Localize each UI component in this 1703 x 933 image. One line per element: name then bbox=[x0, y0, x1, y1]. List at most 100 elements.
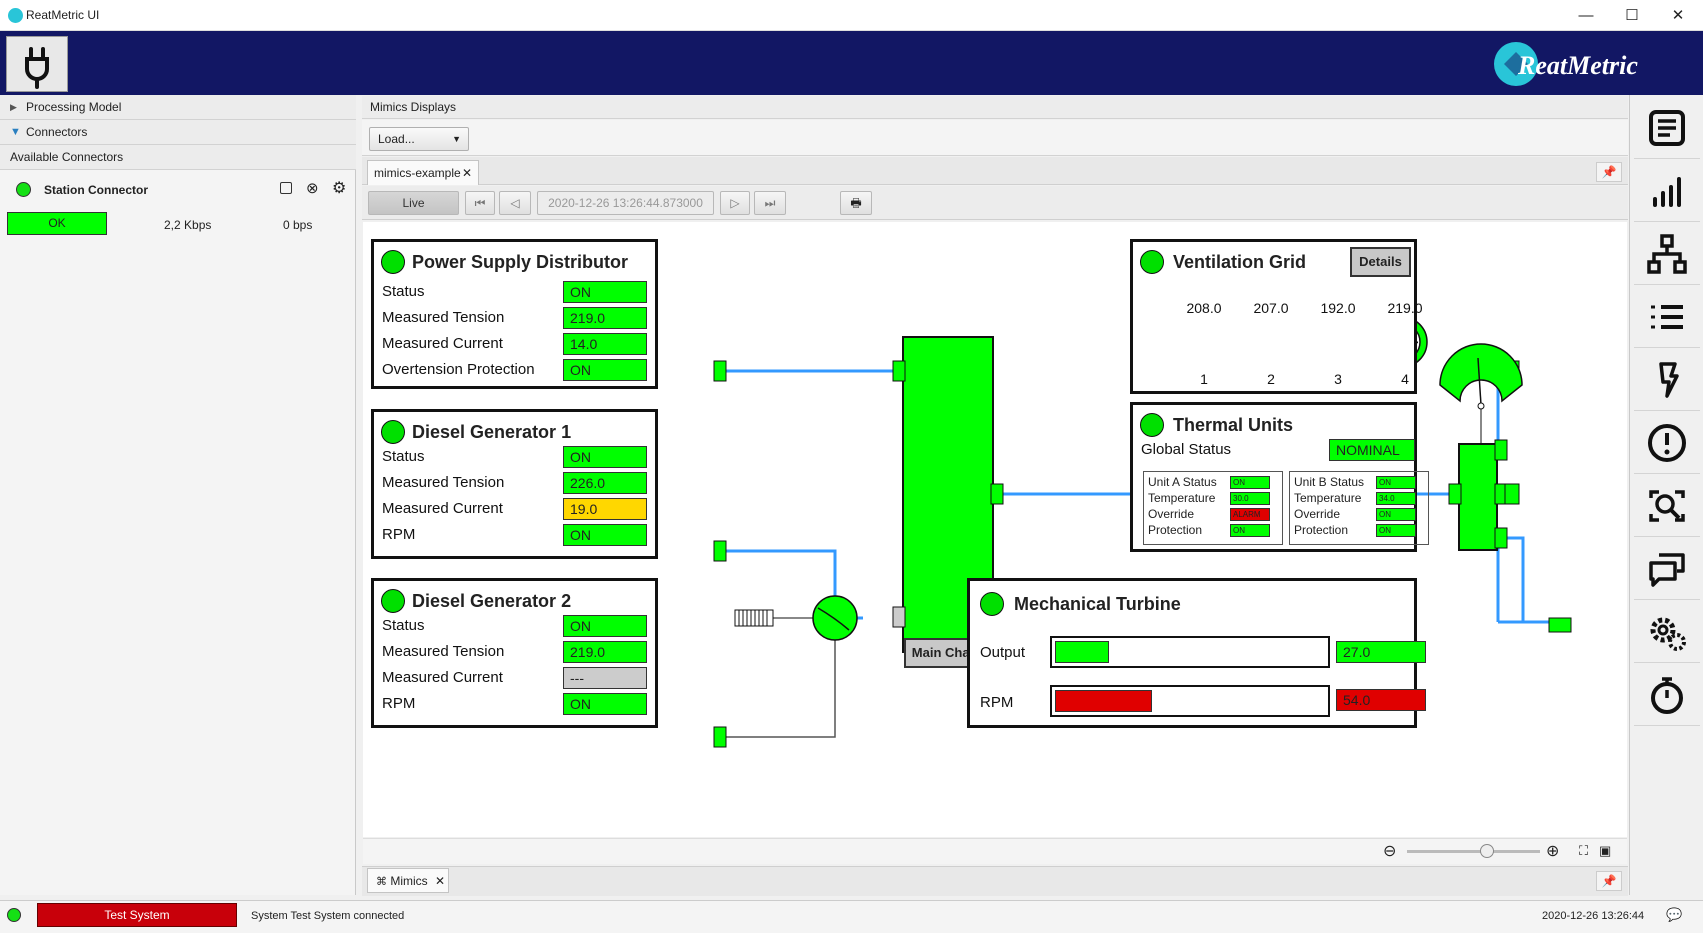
output-value: 27.0 bbox=[1336, 641, 1426, 663]
close-tab-icon[interactable]: ✕ bbox=[462, 161, 472, 185]
alarms-button[interactable] bbox=[1634, 412, 1700, 474]
unit-row-value: ALARM bbox=[1230, 508, 1270, 521]
fan-number: 4 bbox=[1401, 371, 1409, 387]
row-label: Measured Current bbox=[382, 669, 503, 686]
available-connectors-header: Available Connectors bbox=[0, 145, 356, 170]
unit-b-box: Unit B Status ON Temperature 34.0 Override ON… bbox=[1289, 471, 1429, 545]
row-value: 19.0 bbox=[563, 498, 647, 520]
fan-value: 208.0 bbox=[1186, 300, 1222, 316]
reatmetric-logo: ReatMetric bbox=[1490, 38, 1690, 90]
unit-row-value: ON bbox=[1230, 476, 1270, 489]
close-button[interactable]: ✕ bbox=[1655, 0, 1701, 31]
details-button[interactable]: Details bbox=[1350, 247, 1411, 277]
event-list-button[interactable] bbox=[1634, 286, 1700, 348]
row-label: Measured Tension bbox=[382, 474, 505, 491]
connector-status-badge: OK bbox=[7, 212, 107, 235]
turbine-status-led bbox=[980, 592, 1004, 616]
status-time: 2020-12-26 13:26:44 bbox=[1542, 910, 1645, 922]
zoom-out-icon[interactable]: ⊖ bbox=[1383, 841, 1396, 861]
pin-icon[interactable]: 📌 bbox=[1596, 871, 1622, 891]
activities-button[interactable] bbox=[1634, 349, 1700, 411]
unit-row-label: Unit A Status bbox=[1148, 475, 1217, 489]
row-value: 219.0 bbox=[563, 307, 647, 329]
row-value: ON bbox=[563, 693, 647, 715]
turbine-title: Mechanical Turbine bbox=[1014, 594, 1181, 614]
chat-button[interactable] bbox=[1634, 538, 1700, 600]
psd-panel: Power Supply Distributor Status ON Measure… bbox=[371, 239, 658, 389]
step-back-icon[interactable]: ◁ bbox=[499, 191, 531, 215]
unit-row-value: ON bbox=[1230, 524, 1270, 537]
dg1-panel: Diesel Generator 1 Status ON Measured Tens… bbox=[371, 409, 658, 559]
dg1-status-led bbox=[381, 420, 405, 444]
forward-fast-icon[interactable]: ⏭ bbox=[754, 191, 786, 215]
settings-icon[interactable]: ⚙ bbox=[332, 178, 346, 198]
minimize-button[interactable]: — bbox=[1563, 0, 1609, 31]
rpm-bar-fill bbox=[1055, 690, 1153, 712]
row-label: Measured Tension bbox=[382, 309, 505, 326]
tab-mimics[interactable]: ⌘ Mimics ✕ bbox=[367, 868, 449, 893]
accordion-label: Processing Model bbox=[26, 100, 122, 114]
unit-row-label: Unit B Status bbox=[1294, 475, 1365, 489]
zoom-in-icon[interactable]: ⊕ bbox=[1546, 841, 1559, 861]
row-value: ON bbox=[563, 446, 647, 468]
print-icon[interactable]: 🖶 bbox=[840, 191, 872, 215]
raw-data-button[interactable] bbox=[1634, 475, 1700, 537]
settings-button[interactable] bbox=[1634, 601, 1700, 663]
fan-number: 3 bbox=[1334, 371, 1342, 387]
unit-row-value: ON bbox=[1376, 476, 1416, 489]
row-value: ON bbox=[563, 359, 647, 381]
psd-title: Power Supply Distributor bbox=[412, 252, 629, 272]
status-bar: System Test System connected 2020-12-26 … bbox=[0, 900, 1703, 933]
accordion-processing-model[interactable]: ▶ Processing Model bbox=[0, 95, 356, 120]
accordion-connectors[interactable]: ▼ Connectors bbox=[0, 120, 356, 145]
dg2-status-led bbox=[381, 589, 405, 613]
numbered-list-icon bbox=[1651, 304, 1683, 329]
heater-coil bbox=[734, 609, 813, 627]
abort-icon[interactable]: ⊗ bbox=[306, 179, 319, 197]
parameters-button[interactable] bbox=[1634, 97, 1700, 159]
system-badge[interactable]: Test System bbox=[37, 903, 237, 927]
unit-row-label: Override bbox=[1148, 507, 1195, 521]
row-value: 226.0 bbox=[563, 472, 647, 494]
connect-button[interactable] bbox=[6, 36, 68, 92]
maximize-button[interactable]: ☐ bbox=[1609, 0, 1655, 31]
step-forward-icon[interactable]: ▷ bbox=[720, 191, 750, 215]
charts-button[interactable] bbox=[1634, 160, 1700, 222]
stop-icon[interactable] bbox=[280, 182, 292, 194]
thermal-status-led bbox=[1140, 413, 1164, 437]
bar-chart-icon bbox=[1653, 176, 1681, 207]
rewind-fast-icon[interactable]: ⏮ bbox=[465, 191, 495, 215]
document-list-icon bbox=[1649, 109, 1685, 146]
thermal-panel: Thermal Units Global Status NOMINAL Unit… bbox=[1130, 402, 1429, 552]
zoom-slider[interactable] bbox=[1407, 844, 1540, 858]
plug-icon bbox=[25, 47, 49, 89]
row-value: --- bbox=[563, 667, 647, 689]
collapse-arrow-icon: ▼ bbox=[10, 126, 21, 138]
load-dropdown[interactable]: Load... ▼ bbox=[369, 127, 469, 151]
dg1-title: Diesel Generator 1 bbox=[412, 422, 572, 442]
fit-screen-icon[interactable]: ⛶ bbox=[1579, 843, 1588, 859]
model-tree-button[interactable] bbox=[1634, 223, 1700, 285]
unit-row-value: 30.0 bbox=[1230, 492, 1270, 505]
snapshot-icon[interactable]: ▣ bbox=[1599, 843, 1611, 859]
live-toggle[interactable]: Live bbox=[368, 191, 459, 215]
time-field[interactable]: 2020-12-26 13:26:44.873000 bbox=[537, 191, 714, 215]
fan-value: 192.0 bbox=[1320, 300, 1356, 316]
system-status-led bbox=[7, 908, 21, 922]
unit-row-label: Temperature bbox=[1148, 491, 1216, 505]
output-label: Output bbox=[980, 644, 1026, 661]
expand-arrow-icon: ▶ bbox=[10, 102, 17, 112]
scheduler-button[interactable] bbox=[1634, 664, 1700, 726]
close-tab-icon[interactable]: ✕ bbox=[435, 874, 445, 888]
rpm-bar bbox=[1050, 685, 1330, 717]
hierarchy-icon bbox=[1647, 233, 1687, 274]
psd-status-led bbox=[381, 250, 405, 274]
pin-icon[interactable]: 📌 bbox=[1596, 162, 1622, 182]
notification-icon[interactable]: 💬 bbox=[1666, 907, 1682, 923]
alert-icon bbox=[1648, 423, 1686, 462]
row-label: Status bbox=[382, 448, 425, 465]
row-value: 219.0 bbox=[563, 641, 647, 663]
tab-mimics-example[interactable]: mimics-example ✕ bbox=[367, 160, 479, 185]
vent-status-led bbox=[1140, 250, 1164, 274]
zoom-slider-thumb[interactable] bbox=[1480, 844, 1495, 858]
